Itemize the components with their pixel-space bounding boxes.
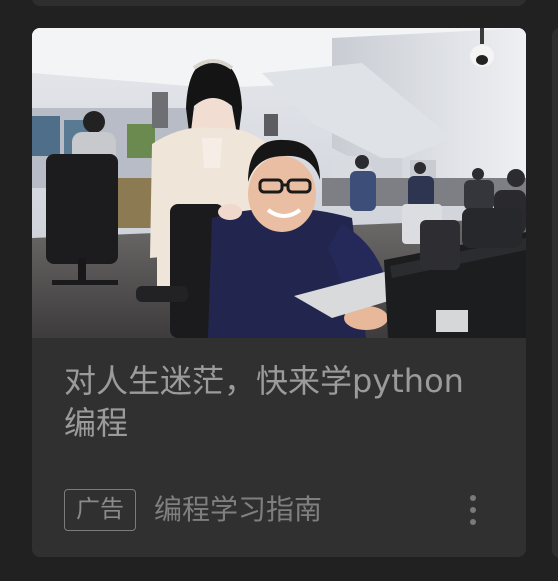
more-dot [470,507,476,513]
ad-badge: 广告 [64,489,136,531]
ad-source[interactable]: 编程学习指南 [154,489,322,531]
ad-card[interactable]: 对人生迷茫，快来学python编程 广告 编程学习指南 [32,28,526,557]
feed-screen: 对人生迷茫，快来学python编程 广告 编程学习指南 [0,0,558,581]
more-dot [470,519,476,525]
previous-card-edge[interactable] [32,0,526,6]
more-vertical-icon[interactable] [458,490,488,530]
ad-image[interactable] [32,28,526,338]
ad-title[interactable]: 对人生迷茫，快来学python编程 [64,360,494,444]
next-card-edge[interactable] [552,28,558,558]
more-dot [470,495,476,501]
ad-footer: 广告 编程学习指南 [64,488,506,532]
